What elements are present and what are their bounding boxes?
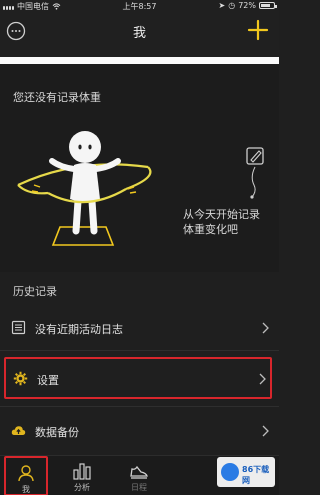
battery-icon	[259, 2, 277, 9]
divider	[0, 406, 279, 407]
tab-me-label: 我	[22, 485, 30, 494]
app-header: 我	[0, 12, 279, 50]
data-backup-row[interactable]: 数据备份	[0, 414, 279, 448]
tab-analysis-label: 分析	[74, 483, 90, 492]
history-section-title: 历史记录	[13, 285, 57, 298]
hula-hoop-figure-illustration	[17, 131, 152, 246]
battery-percent: 72%	[238, 1, 256, 10]
sneaker-icon	[130, 465, 148, 479]
divider	[0, 350, 279, 351]
start-recording-prompt: 从今天开始记录体重变化吧	[183, 208, 260, 236]
recent-activity-label: 没有近期活动日志	[35, 323, 123, 336]
chevron-right-icon	[259, 373, 266, 385]
gear-icon	[13, 371, 28, 386]
weight-card[interactable]: 您还没有记录体重 从今天开始记录体重变化吧	[0, 57, 279, 272]
no-weight-record-text: 您还没有记录体重	[13, 91, 101, 104]
tab-me[interactable]: 我	[4, 456, 48, 495]
chevron-right-icon	[262, 322, 269, 334]
cloud-upload-icon	[11, 426, 26, 435]
settings-label: 设置	[37, 374, 59, 387]
list-icon	[11, 320, 26, 335]
location-icon: ➤	[218, 1, 226, 10]
card-top-strip	[0, 57, 279, 64]
person-icon	[18, 465, 34, 482]
watermark-text: 86下载网	[242, 465, 270, 485]
recent-activity-row[interactable]: 没有近期活动日志	[0, 311, 279, 345]
watermark-logo	[221, 463, 239, 481]
chevron-right-icon	[262, 425, 269, 437]
tab-daily[interactable]: 日程	[117, 456, 161, 495]
alarm-icon: ◷	[228, 1, 236, 10]
bar-chart-icon	[73, 463, 91, 480]
tab-daily-label: 日程	[131, 483, 147, 492]
plus-icon[interactable]	[247, 19, 269, 41]
tab-analysis[interactable]: 分析	[60, 456, 104, 495]
site-watermark: 86下载网	[217, 457, 275, 487]
battery-area: ➤ ◷ 72%	[218, 1, 277, 10]
status-bar: 中国电信 上午8:57 ➤ ◷ 72%	[0, 0, 279, 12]
page-title: 我	[132, 26, 146, 41]
data-backup-label: 数据备份	[35, 426, 79, 439]
settings-row[interactable]: 设置	[4, 357, 272, 399]
pencil-icon[interactable]	[244, 145, 266, 200]
